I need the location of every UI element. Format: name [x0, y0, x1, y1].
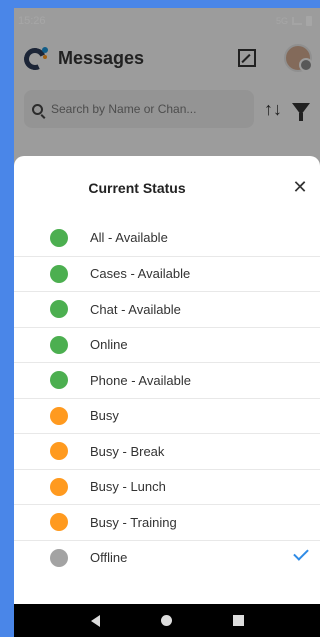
recents-icon[interactable] [232, 615, 244, 626]
status-dot-icon [50, 300, 68, 319]
status-option-label: Online [90, 337, 128, 353]
status-option[interactable]: Busy - Training [14, 504, 320, 540]
status-option[interactable]: Busy - Lunch [14, 468, 320, 505]
status-dot-icon [50, 513, 68, 532]
status-option-label: Busy - Training [90, 514, 177, 530]
status-option[interactable]: Offline [14, 539, 320, 576]
phone-screen: 15:26 5G Messages Search by Name or Chan… [14, 8, 320, 637]
status-option-label: Busy [90, 408, 119, 424]
status-dot-icon [50, 371, 68, 390]
status-bottom-sheet: Current Status ✕ All - Available Cases - … [14, 156, 320, 604]
status-option-label: Busy - Break [90, 443, 165, 459]
status-option[interactable]: Cases - Available [14, 255, 320, 292]
close-icon[interactable]: ✕ [290, 177, 310, 197]
sheet-header: Current Status ✕ [14, 156, 320, 220]
status-option-label: All - Available [90, 230, 168, 246]
back-icon[interactable] [90, 614, 100, 627]
status-dot-icon [50, 228, 68, 247]
status-option[interactable]: Busy - Break [14, 433, 320, 469]
status-list: All - Available Cases - Available Chat - A… [14, 220, 320, 575]
status-dot-icon [50, 442, 68, 461]
status-option[interactable]: Phone - Available [14, 362, 320, 398]
status-option-label: Cases - Available [90, 266, 191, 282]
checkmark-icon [293, 544, 309, 561]
sheet-title: Current Status [88, 180, 186, 196]
status-dot-icon [50, 477, 68, 496]
status-option-label: Offline [90, 550, 128, 566]
status-dot-icon [50, 335, 68, 354]
status-option[interactable]: Online [14, 326, 320, 363]
status-dot-icon [50, 264, 68, 283]
status-option-label: Busy - Lunch [90, 479, 166, 495]
status-dot-icon [50, 406, 68, 425]
status-option[interactable]: Chat - Available [14, 291, 320, 327]
status-option[interactable]: All - Available [14, 220, 320, 256]
home-icon[interactable] [160, 615, 172, 626]
status-dot-icon [50, 548, 68, 567]
status-option[interactable]: Busy [14, 397, 320, 434]
status-option-label: Phone - Available [90, 372, 191, 388]
android-nav-bar [14, 604, 320, 637]
status-option-label: Chat - Available [90, 301, 181, 317]
